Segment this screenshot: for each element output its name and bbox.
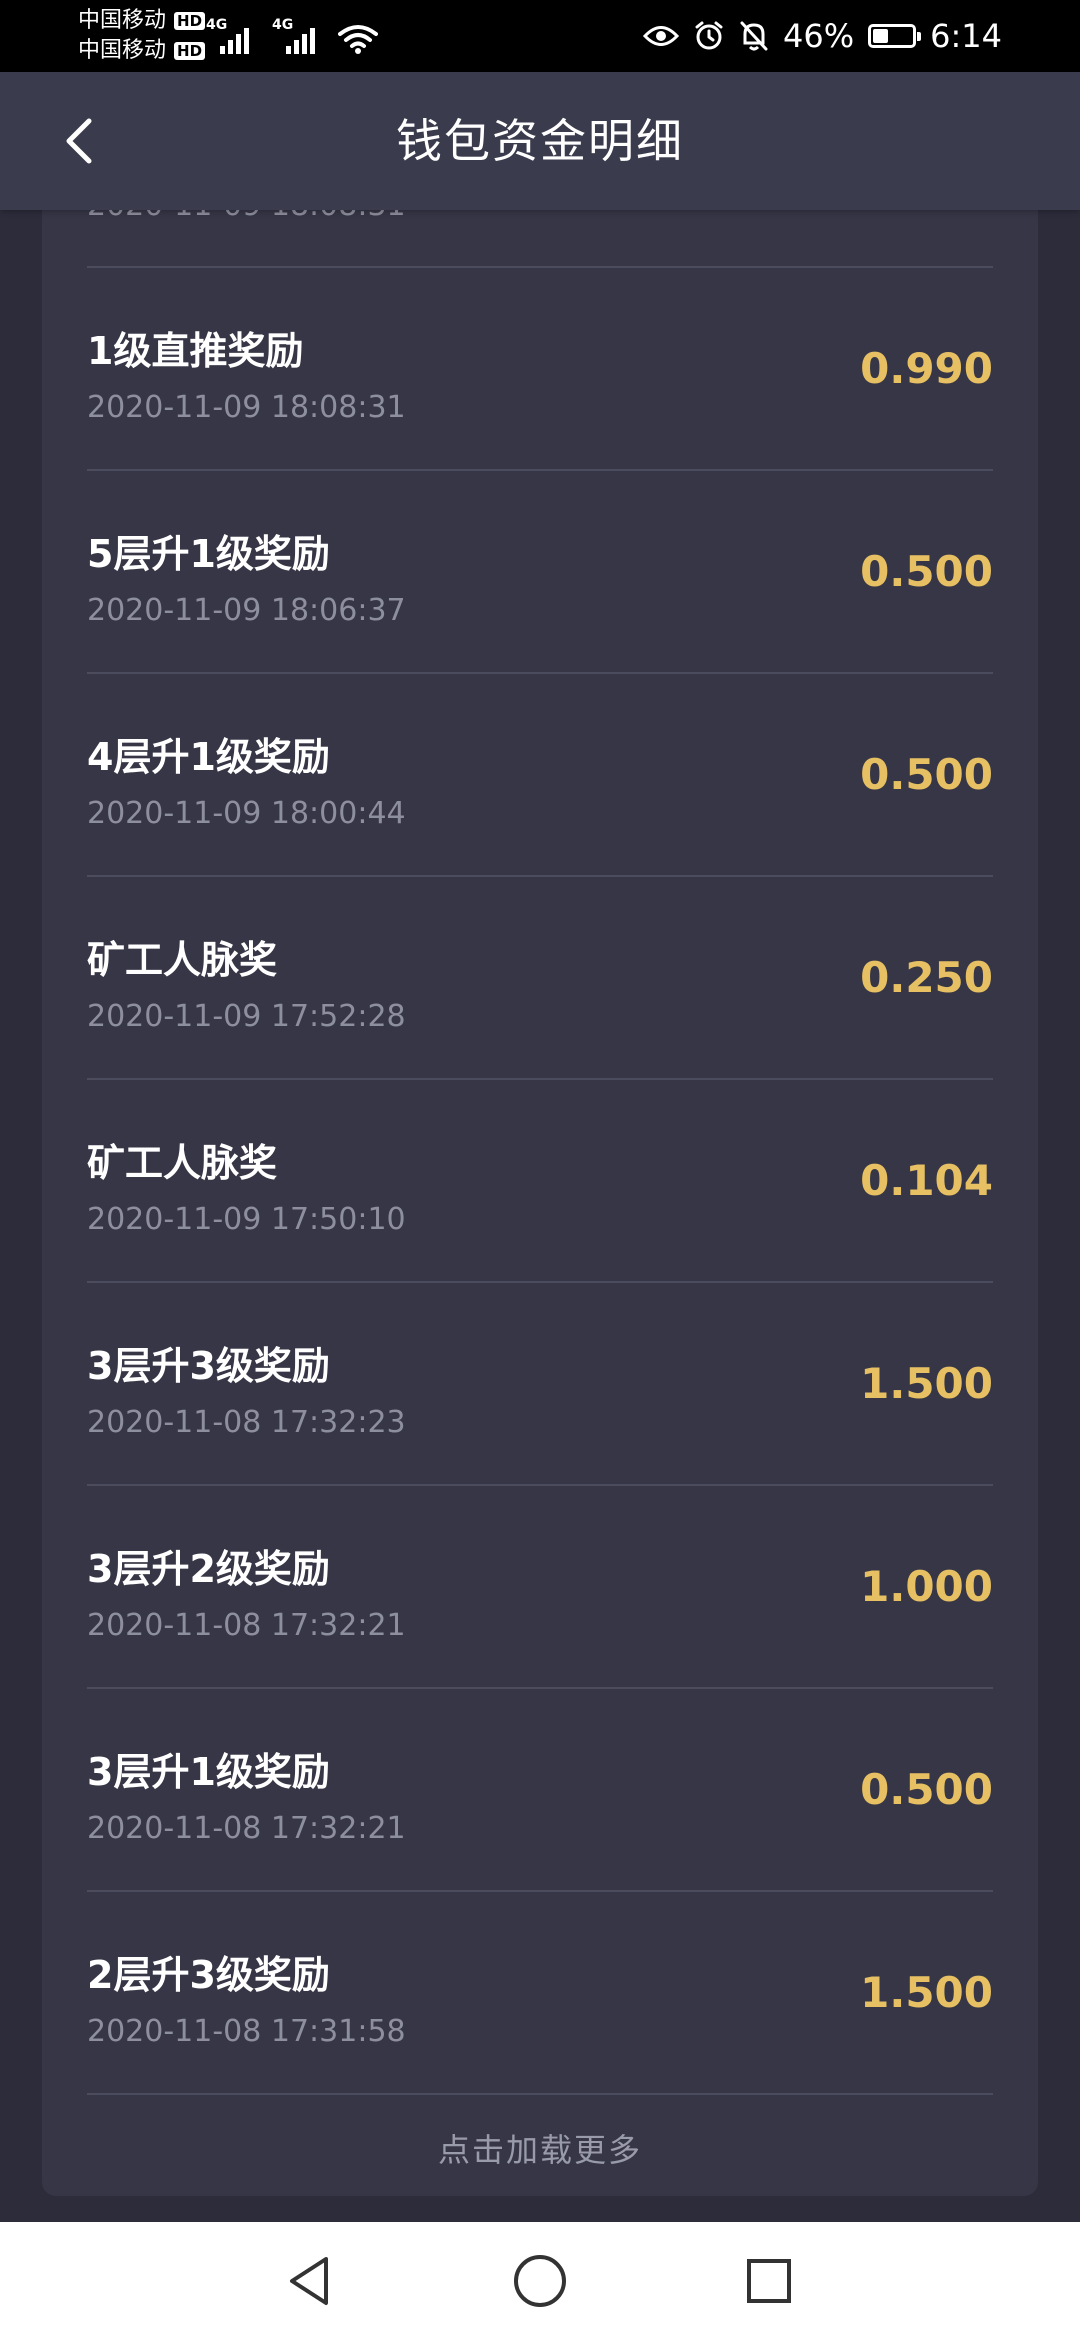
list-inner: 2020-11-09 18:08:31 1级直推奖励 2020-11-09 18:… xyxy=(87,150,993,2196)
carrier-line-1: 中国移动 HD xyxy=(78,6,206,36)
nav-home-circle-icon xyxy=(514,2255,566,2307)
list-item-amount: 0.990 xyxy=(860,344,993,393)
list-item[interactable]: 矿工人脉奖 2020-11-09 17:52:28 0.250 xyxy=(87,877,993,1080)
carrier-info: 中国移动 HD 中国移动 HD xyxy=(78,6,206,66)
list-item-date: 2020-11-09 18:00:44 xyxy=(87,796,406,831)
list-item[interactable]: 2层升3级奖励 2020-11-08 17:31:58 1.500 xyxy=(87,1892,993,2095)
list-item-title: 矿工人脉奖 xyxy=(87,938,278,982)
list-item-amount: 0.250 xyxy=(860,953,993,1002)
list-item-title: 3层升3级奖励 xyxy=(87,1344,330,1388)
nav-home-button[interactable] xyxy=(507,2248,573,2314)
battery-percent: 46% xyxy=(783,17,855,55)
wifi-icon xyxy=(338,25,378,54)
signal-group: 4G 4G xyxy=(206,16,378,54)
carrier-line-2: 中国移动 HD xyxy=(78,36,206,66)
carrier-name-2: 中国移动 xyxy=(78,38,167,63)
list-item-date: 2020-11-08 17:32:21 xyxy=(87,1608,406,1643)
page-title: 钱包资金明细 xyxy=(396,114,684,168)
status-right: 46% 6:14 xyxy=(643,0,1002,72)
hd-badge-1: HD xyxy=(174,12,206,30)
battery-icon xyxy=(868,24,922,48)
list-item-amount: 1.000 xyxy=(860,1562,993,1611)
list-item-title: 3层升2级奖励 xyxy=(87,1547,330,1591)
list-item[interactable]: 3层升3级奖励 2020-11-08 17:32:23 1.500 xyxy=(87,1283,993,1486)
wallet-detail-list: 2020-11-09 18:08:31 1级直推奖励 2020-11-09 18:… xyxy=(42,150,1038,2196)
list-item-date: 2020-11-09 18:08:31 xyxy=(87,390,406,425)
signal-strength-icon: 4G xyxy=(272,18,324,54)
list-item-amount: 0.500 xyxy=(860,1765,993,1814)
list-item-amount: 1.500 xyxy=(860,1968,993,2017)
nav-recents-button[interactable] xyxy=(736,2248,802,2314)
signal-strength-icon: 4G xyxy=(206,18,258,54)
list-item-date: 2020-11-08 17:32:23 xyxy=(87,1405,406,1440)
app-header: 钱包资金明细 xyxy=(0,72,1080,210)
list-item-amount: 0.500 xyxy=(860,750,993,799)
status-bar: 中国移动 HD 中国移动 HD 4G 4G 46% 6:14 xyxy=(0,0,1080,72)
list-item-title: 5层升1级奖励 xyxy=(87,532,330,576)
list-item-date: 2020-11-08 17:31:58 xyxy=(87,2014,406,2049)
system-nav-bar xyxy=(0,2222,1080,2340)
list-item-date: 2020-11-08 17:32:21 xyxy=(87,1811,406,1846)
list-item-amount: 0.104 xyxy=(860,1156,993,1205)
mute-bell-icon xyxy=(740,21,768,51)
list-item[interactable]: 1级直推奖励 2020-11-09 18:08:31 0.990 xyxy=(87,268,993,471)
list-item[interactable]: 3层升1级奖励 2020-11-08 17:32:21 0.500 xyxy=(87,1689,993,1892)
list-item-title: 矿工人脉奖 xyxy=(87,1141,278,1185)
list-item-amount: 0.500 xyxy=(860,547,993,596)
list-item-date: 2020-11-09 18:06:37 xyxy=(87,593,406,628)
load-more-button[interactable]: 点击加载更多 xyxy=(87,2095,993,2196)
carrier-name-1: 中国移动 xyxy=(78,8,167,33)
nav-recents-square-icon xyxy=(747,2259,791,2303)
list-item-date: 2020-11-09 17:50:10 xyxy=(87,1202,406,1237)
list-item-date: 2020-11-09 17:52:28 xyxy=(87,999,406,1034)
clock-time: 6:14 xyxy=(930,17,1002,55)
list-item-title: 2层升3级奖励 xyxy=(87,1953,330,1997)
battery-fill xyxy=(873,29,889,43)
list-item[interactable]: 4层升1级奖励 2020-11-09 18:00:44 0.500 xyxy=(87,674,993,877)
hd-badge-2: HD xyxy=(174,42,206,60)
alarm-icon xyxy=(695,21,723,50)
list-item-title: 4层升1级奖励 xyxy=(87,735,330,779)
list-item[interactable]: 3层升2级奖励 2020-11-08 17:32:21 1.000 xyxy=(87,1486,993,1689)
list-item-title: 1级直推奖励 xyxy=(87,329,304,373)
nav-back-triangle-icon xyxy=(290,2257,328,2305)
eye-icon xyxy=(643,26,680,46)
list-item[interactable]: 矿工人脉奖 2020-11-09 17:50:10 0.104 xyxy=(87,1080,993,1283)
list-item[interactable]: 5层升1级奖励 2020-11-09 18:06:37 0.500 xyxy=(87,471,993,674)
nav-back-button[interactable] xyxy=(276,2248,342,2314)
list-item-amount: 1.500 xyxy=(860,1359,993,1408)
list-item-title: 3层升1级奖励 xyxy=(87,1750,330,1794)
